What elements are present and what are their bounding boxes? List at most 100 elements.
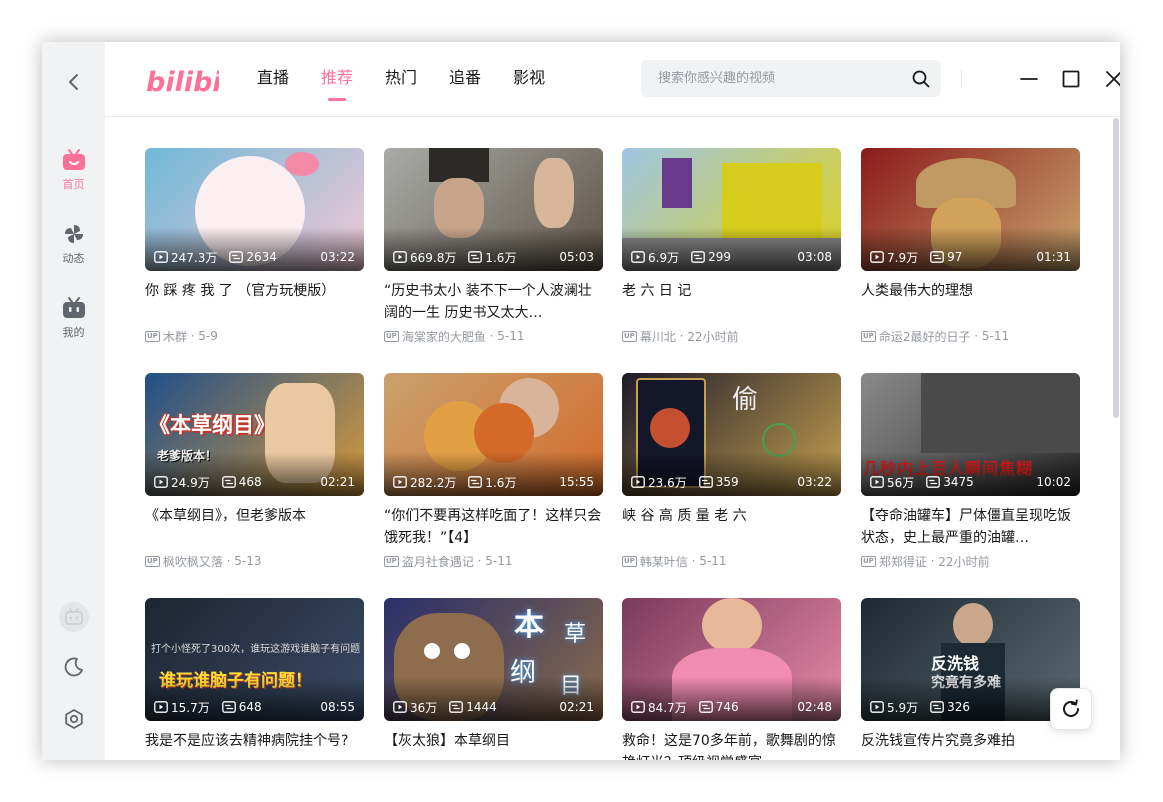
uploader-info[interactable]: UP 郑郑得证 · 22小时前 [861,553,1080,569]
video-stats: 23.6万 359 03:22 [631,474,832,490]
uploader-name: 命运2最好的日子 [878,329,971,344]
view-count: 23.6万 [648,475,687,490]
video-title[interactable]: 你 踩 疼 我 了 （官方玩梗版） [145,280,364,324]
view-count: 282.2万 [410,475,457,490]
video-card[interactable]: 本草纲目 36万 1444 02:21 【灰太狼】本草纲目 UP · [384,598,603,760]
play-count-icon [870,251,884,263]
scrollbar[interactable] [1112,118,1120,760]
tab-recommend[interactable]: 推荐 [321,66,353,90]
video-card[interactable]: 247.3万 2634 03:22 你 踩 疼 我 了 （官方玩梗版） UP 木… [145,148,364,344]
video-card[interactable]: 几秒内上百人瞬间焦糊 56万 3475 10:02 【夺命油罐车】尸体僵直呈现吃… [861,373,1080,569]
avatar[interactable] [59,602,89,632]
danmaku-count: 299 [708,250,731,264]
danmaku-count: 648 [238,700,262,714]
video-title[interactable]: 反洗钱宣传片究竟多难拍 [861,730,1080,760]
search-input[interactable] [641,71,901,86]
tab-film[interactable]: 影视 [513,66,545,90]
video-thumbnail[interactable]: 282.2万 1.6万 15:55 [384,373,603,496]
video-title[interactable]: “历史书太小 装不下一个人波澜壮阔的一生 历史书又太大… [384,280,603,324]
close-button[interactable] [1101,66,1120,92]
danmaku-icon [468,476,483,488]
danmaku-icon [926,476,941,488]
video-title[interactable]: 【夺命油罐车】尸体僵直呈现吃饭状态，史上最严重的油罐… [861,505,1080,549]
uploader-info[interactable]: UP 海棠家的大肥鱼 · 5-11 [384,328,603,344]
uploader-name: 幕川北 [639,329,676,344]
video-card[interactable]: 偷 23.6万 359 03:22 峡 谷 高 质 量 老 六 UP 韩某叶信 … [622,373,841,569]
video-title[interactable]: 救命！这是70多年前，歌舞剧的惊艳灯光？顶级视觉盛宴 [622,730,841,760]
danmaku-count: 2634 [246,250,277,264]
scrollbar-thumb[interactable] [1113,118,1119,418]
sidebar-item-label: 我的 [62,326,85,339]
tab-hot[interactable]: 热门 [385,66,417,90]
search-button[interactable] [901,60,941,97]
video-thumbnail[interactable]: 反洗钱究竟有多难 5.9万 326 05 [861,598,1080,721]
video-thumbnail[interactable]: 669.8万 1.6万 05:03 [384,148,603,271]
video-thumbnail[interactable]: 7.9万 97 01:31 [861,148,1080,271]
upload-date: 5-11 [981,329,1010,343]
uploader-info[interactable]: UP 韩某叶信 · 5-11 [622,553,841,569]
up-badge-icon: UP [861,330,876,342]
video-thumbnail[interactable]: 几秒内上百人瞬间焦糊 56万 3475 10:02 [861,373,1080,496]
danmaku-count: 746 [715,700,739,714]
video-title[interactable]: “你们不要再这样吃面了！这样只会饿死我！”【4】 [384,505,603,549]
video-title[interactable]: 【灰太狼】本草纲目 [384,730,603,760]
uploader-info[interactable]: UP 木群 · 5-9 [145,328,364,344]
video-thumbnail[interactable]: 84.7万 746 02:48 [622,598,841,721]
video-card[interactable]: 84.7万 746 02:48 救命！这是70多年前，歌舞剧的惊艳灯光？顶级视觉… [622,598,841,760]
view-count: 5.9万 [887,700,919,715]
video-card[interactable]: 打个小怪死了300次，谁玩这游戏谁脑子有问题谁玩谁脑子有问题！ 15.7万 64… [145,598,364,760]
danmaku-icon [698,476,713,488]
video-title[interactable]: 我是不是应该去精神病院挂个号? [145,730,364,760]
uploader-info[interactable]: UP 命运2最好的日子 · 5-11 [861,328,1080,344]
minimize-icon [1020,78,1038,80]
video-card[interactable]: 反洗钱究竟有多难 5.9万 326 05 反洗钱宣传片究竟多难拍 UP · [861,598,1080,760]
video-thumbnail[interactable]: 偷 23.6万 359 03:22 [622,373,841,496]
sidebar: 首页 动态 我的 [42,42,105,760]
video-title[interactable]: 人类最伟大的理想 [861,280,1080,324]
video-card[interactable]: 7.9万 97 01:31 人类最伟大的理想 UP 命运2最好的日子 · 5-1… [861,148,1080,344]
back-button[interactable] [60,68,88,96]
dark-mode-button[interactable] [60,653,88,681]
uploader-name: 枫吹枫又落 [162,554,223,569]
video-thumbnail[interactable]: 打个小怪死了300次，谁玩这游戏谁脑子有问题谁玩谁脑子有问题！ 15.7万 64… [145,598,364,721]
minimize-button[interactable] [1016,66,1042,92]
danmaku-count: 97 [947,250,963,264]
app-window: 首页 动态 我的 bilibi 直播 推荐 热门 追番 影视 搜索你感兴趣的视频… [42,42,1120,760]
moon-icon [64,657,83,677]
video-thumbnail[interactable]: 《本草纲目》老爹版本！ 24.9万 468 02:21 [145,373,364,496]
danmaku-icon [449,701,464,713]
video-duration: 10:02 [1036,475,1071,489]
video-card[interactable]: 6.9万 299 03:08 老 六 日 记 UP 幕川北 · 22小时前 [622,148,841,344]
video-title[interactable]: 《本草纲目》，但老爹版本 [145,505,364,549]
maximize-button[interactable] [1058,66,1084,92]
danmaku-count: 1.6万 [485,475,517,490]
video-card[interactable]: 《本草纲目》老爹版本！ 24.9万 468 02:21 《本草纲目》，但老爹版本… [145,373,364,569]
video-card[interactable]: 669.8万 1.6万 05:03 “历史书太小 装不下一个人波澜壮阔的一生 历… [384,148,603,344]
video-thumbnail[interactable]: 6.9万 299 03:08 [622,148,841,271]
bilibili-logo[interactable]: bilibili [145,62,241,102]
maximize-icon [1062,70,1080,88]
video-stats: 282.2万 1.6万 15:55 [393,474,594,490]
settings-button[interactable] [60,705,88,733]
video-card[interactable]: 282.2万 1.6万 15:55 “你们不要再这样吃面了！这样只会饿死我！”【… [384,373,603,569]
logo-wordmark: bilibili [146,67,241,98]
tab-anime[interactable]: 追番 [449,66,481,90]
video-title[interactable]: 峡 谷 高 质 量 老 六 [622,505,841,549]
upload-date: 22小时前 [687,329,739,344]
uploader-name: 盗月社食遇记 [401,554,474,569]
tab-live[interactable]: 直播 [257,66,289,90]
sidebar-item-home[interactable]: 首页 [42,148,105,200]
uploader-info[interactable]: UP 盗月社食遇记 · 5-11 [384,553,603,569]
sidebar-item-mine[interactable]: 我的 [42,296,105,348]
play-count-icon [154,476,168,488]
refresh-button[interactable] [1050,688,1092,730]
video-feed: 247.3万 2634 03:22 你 踩 疼 我 了 （官方玩梗版） UP 木… [105,118,1120,760]
danmaku-count: 359 [715,475,739,489]
video-title[interactable]: 老 六 日 记 [622,280,841,324]
sidebar-item-dynamic[interactable]: 动态 [42,222,105,274]
uploader-info[interactable]: UP 幕川北 · 22小时前 [622,328,841,344]
video-thumbnail[interactable]: 本草纲目 36万 1444 02:21 [384,598,603,721]
video-thumbnail[interactable]: 247.3万 2634 03:22 [145,148,364,271]
upload-date: 22小时前 [938,554,990,569]
uploader-info[interactable]: UP 枫吹枫又落 · 5-13 [145,553,364,569]
